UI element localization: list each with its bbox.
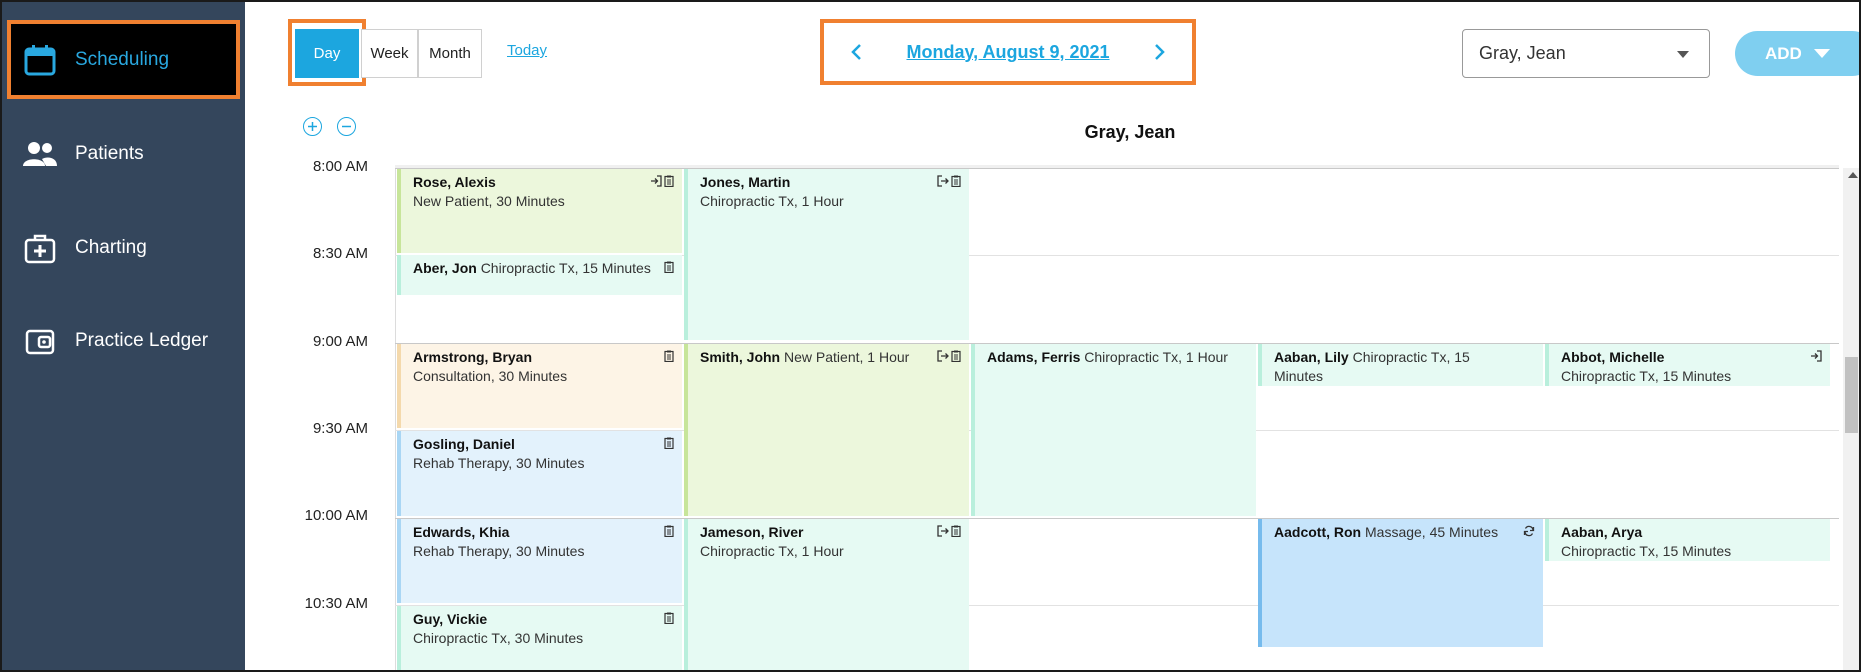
view-week-button[interactable]: Week: [361, 29, 418, 78]
clipboard-icon: [664, 259, 674, 278]
clipboard-icon: [664, 523, 674, 542]
appointment-description: Chiropractic Tx, 1 Hour: [700, 543, 844, 559]
next-day-button[interactable]: [1150, 42, 1170, 62]
appointment-card[interactable]: Gosling, Daniel Rehab Therapy, 30 Minute…: [397, 431, 682, 516]
view-day-button[interactable]: Day: [295, 29, 359, 78]
date-navigator: Monday, August 9, 2021: [820, 19, 1196, 85]
time-label: 8:30 AM: [312, 245, 368, 262]
sidebar-item-label: Patients: [75, 143, 144, 164]
appointment-card[interactable]: Smith, John New Patient, 1 Hour: [684, 344, 969, 516]
chevron-down-icon: [1813, 49, 1830, 58]
clipboard-icon: [951, 173, 961, 192]
sidebar-item-label: Scheduling: [75, 48, 170, 70]
zoom-in-button[interactable]: [303, 117, 322, 136]
appointment-card[interactable]: Rose, Alexis New Patient, 30 Minutes: [397, 169, 682, 253]
appointment-description: Rehab Therapy, 30 Minutes: [413, 455, 585, 471]
chevron-left-icon: [851, 44, 861, 60]
appointment-description: Rehab Therapy, 30 Minutes: [413, 543, 585, 559]
appointment-patient-name: Aber, Jon: [413, 260, 477, 276]
sidebar-item-practice-ledger[interactable]: Practice Ledger: [7, 303, 240, 379]
appointment-card[interactable]: Adams, Ferris Chiropractic Tx, 1 Hour: [971, 344, 1256, 516]
sidebar-item-scheduling[interactable]: Scheduling: [7, 20, 240, 99]
clipboard-icon: [664, 610, 674, 629]
appointment-description: Chiropractic Tx, 15 Minutes: [1561, 368, 1732, 384]
medical-kit-icon: [21, 229, 59, 267]
appointment-card[interactable]: Abbot, Michelle Chiropractic Tx, 15 Minu…: [1545, 344, 1830, 386]
chevron-right-icon: [1155, 44, 1165, 60]
appointment-patient-name: Edwards, Khia: [413, 524, 510, 540]
provider-select-value: Gray, Jean: [1479, 43, 1566, 63]
appointment-description: Chiropractic Tx, 30 Minutes: [413, 630, 584, 646]
appointment-card[interactable]: Aber, Jon Chiropractic Tx, 15 Minutes: [397, 255, 682, 295]
scrollbar-thumb[interactable]: [1845, 357, 1858, 433]
appointment-patient-name: Guy, Vickie: [413, 611, 488, 627]
previous-day-button[interactable]: [846, 42, 866, 62]
appointment-description: Chiropractic Tx, 15 Minutes: [1561, 543, 1732, 559]
appointment-description: Massage, 45 Minutes: [1365, 524, 1499, 540]
appointment-patient-name: Aaban, Arya: [1561, 524, 1643, 540]
appointment-patient-name: Adams, Ferris: [987, 349, 1081, 365]
appointment-patient-name: Rose, Alexis: [413, 174, 496, 190]
today-link[interactable]: Today: [507, 42, 547, 59]
time-label: 8:00 AM: [312, 158, 368, 175]
appointment-patient-name: Gosling, Daniel: [413, 436, 515, 452]
appointment-description: Consultation, 30 Minutes: [413, 368, 568, 384]
sidebar-item-patients[interactable]: Patients: [7, 116, 240, 192]
appointment-patient-name: Jones, Martin: [700, 174, 791, 190]
add-button[interactable]: ADD: [1735, 31, 1859, 76]
plus-icon: [308, 122, 317, 131]
provider-column-header: Gray, Jean: [1084, 122, 1176, 142]
appointment-description: Chiropractic Tx, 1 Hour: [700, 193, 844, 209]
time-label: 10:30 AM: [304, 595, 368, 612]
check-in-icon: [1810, 348, 1822, 367]
provider-select[interactable]: Gray, Jean: [1462, 29, 1710, 78]
sidebar-item-label: Practice Ledger: [75, 330, 209, 351]
recurring-icon: [1523, 523, 1535, 542]
current-date-title[interactable]: Monday, August 9, 2021: [906, 42, 1109, 63]
appointment-patient-name: Jameson, River: [700, 524, 804, 540]
appointment-card[interactable]: Guy, Vickie Chiropractic Tx, 30 Minutes: [397, 606, 682, 670]
clipboard-icon: [664, 348, 674, 367]
sidebar: Scheduling Patients Charting Practice Le…: [2, 2, 245, 670]
appointment-patient-name: Aaban, Lily: [1274, 349, 1349, 365]
appointment-card[interactable]: Edwards, Khia Rehab Therapy, 30 Minutes: [397, 519, 682, 603]
appointment-card[interactable]: Jones, Martin Chiropractic Tx, 1 Hour: [684, 169, 969, 340]
appointment-description: New Patient, 30 Minutes: [413, 193, 565, 209]
clipboard-icon: [664, 435, 674, 454]
appointment-patient-name: Abbot, Michelle: [1561, 349, 1665, 365]
appointment-patient-name: Armstrong, Bryan: [413, 349, 533, 365]
minus-icon: [342, 125, 351, 128]
appointment-card[interactable]: Armstrong, Bryan Consultation, 30 Minute…: [397, 344, 682, 428]
chevron-down-icon: [1677, 51, 1689, 58]
view-month-button[interactable]: Month: [418, 29, 482, 78]
appointment-description: Chiropractic Tx, 15 Minutes: [480, 260, 651, 276]
time-label: 9:30 AM: [312, 420, 368, 437]
time-label: 10:00 AM: [304, 507, 368, 524]
check-out-icon: [937, 348, 949, 367]
scroll-up-arrow-icon[interactable]: [1848, 172, 1858, 178]
sidebar-item-charting[interactable]: Charting: [7, 210, 240, 286]
appointment-patient-name: Smith, John: [700, 349, 781, 365]
zoom-out-button[interactable]: [337, 117, 356, 136]
clipboard-icon: [951, 348, 961, 367]
appointment-card[interactable]: Aaban, Arya Chiropractic Tx, 15 Minutes: [1545, 519, 1830, 561]
appointment-card[interactable]: Jameson, River Chiropractic Tx, 1 Hour: [684, 519, 969, 670]
clipboard-icon: [951, 523, 961, 542]
calendar-icon: [21, 41, 59, 79]
app-window: Scheduling Patients Charting Practice Le…: [0, 0, 1861, 672]
wallet-icon: [21, 322, 59, 360]
add-button-label: ADD: [1765, 43, 1802, 63]
clipboard-icon: [664, 173, 674, 192]
appointment-card[interactable]: Aadcott, Ron Massage, 45 Minutes: [1258, 519, 1543, 647]
time-label: 9:00 AM: [312, 333, 368, 350]
appointment-patient-name: Aadcott, Ron: [1274, 524, 1362, 540]
appointment-card[interactable]: Aaban, Lily Chiropractic Tx, 15 Minutes: [1258, 344, 1543, 386]
check-out-icon: [937, 523, 949, 542]
check-out-icon: [937, 173, 949, 192]
people-icon: [21, 135, 59, 173]
sidebar-item-label: Charting: [75, 237, 147, 258]
appointment-description: Chiropractic Tx, 1 Hour: [1084, 349, 1228, 365]
check-in-icon: [650, 173, 662, 192]
appointment-description: New Patient, 1 Hour: [784, 349, 910, 365]
